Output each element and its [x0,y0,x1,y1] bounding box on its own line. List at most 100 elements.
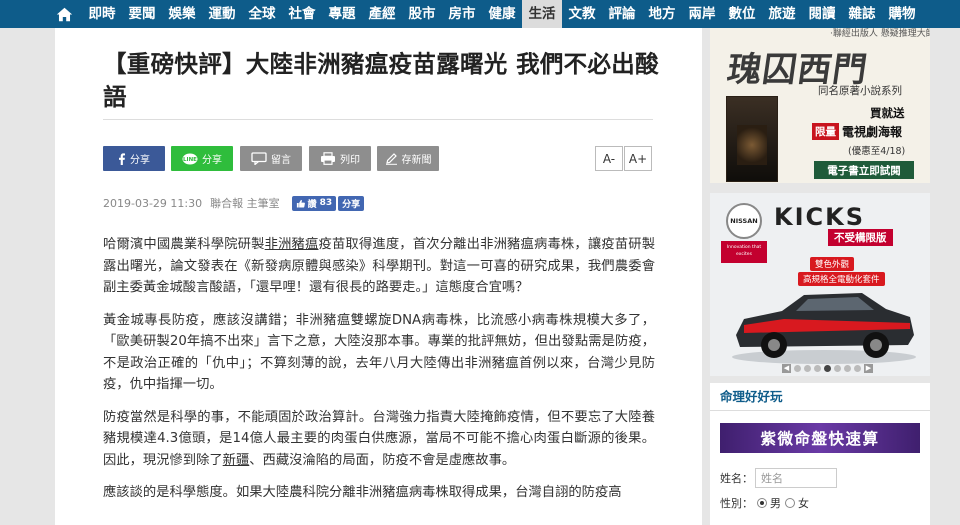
article-title: 【重磅快評】大陸非洲豬瘟疫苗露曙光 我們不必出酸語 [103,50,659,111]
line-icon: LINE [182,153,198,164]
comment-label: 留言 [271,155,291,166]
save-news-label: 存新聞 [401,155,432,166]
car-image [732,293,916,364]
nav-item-education[interactable]: 文教 [562,0,602,28]
nav-item-opinion[interactable]: 評論 [602,0,642,28]
line-share-button[interactable]: LINE 分享 [171,146,233,171]
name-row: 姓名： 姓名 [720,468,837,488]
carousel-prev-button[interactable]: ◀ [782,363,791,373]
book-ad-banner[interactable]: ‧聯經出版人 懸疑推理大師 亞洲 瑰囚西門 同名原著小說系列 買就送 限量 電視… [710,28,930,183]
font-size-increase-button[interactable]: A+ [624,146,652,171]
save-news-button[interactable]: 存新聞 [377,146,439,171]
nav-item-health[interactable]: 健康 [482,0,522,28]
nav-item-society[interactable]: 社會 [282,0,322,28]
carousel-dot[interactable] [794,364,801,372]
title-divider [103,119,653,120]
nissan-tagline: Innovation that excites [721,241,767,263]
font-size-decrease-button[interactable]: A- [595,146,623,171]
car-edition-tag: 不受構限版 [828,229,893,246]
ebook-trial-button[interactable]: 電子書立即試閱 [814,161,914,179]
facebook-share-button[interactable]: 分享 [103,146,165,171]
carousel-dot[interactable] [834,364,841,372]
tag-link-xinjiang[interactable]: 新疆 [223,453,250,468]
sidebar: ‧聯經出版人 懸疑推理大師 亞洲 瑰囚西門 同名原著小說系列 買就送 限量 電視… [710,28,930,525]
comment-icon [251,152,267,165]
carousel-dot[interactable] [854,364,861,372]
car-model-name: KICKS [774,203,866,231]
article-body: 哈爾濱中國農業科學院研製非洲豬瘟疫苗取得進度，首次分離出非洲豬瘟病毒株，讓疫苗研… [103,234,655,515]
ziwei-chart-banner[interactable]: 紫微命盤快速算 [720,423,920,453]
name-label: 姓名： [720,472,753,485]
nav-item-special[interactable]: 專題 [322,0,362,28]
facebook-icon [119,152,125,165]
nav-item-travel[interactable]: 旅遊 [762,0,802,28]
like-label: 讚 [307,199,317,210]
pencil-icon [385,153,397,165]
feature-tag-two-tone: 雙色外觀 [810,257,855,271]
nav-item-entertainment[interactable]: 娛樂 [162,0,202,28]
name-input[interactable]: 姓名 [755,468,837,488]
carousel-next-button[interactable]: ▶ [864,363,873,373]
nav-item-local[interactable]: 地方 [642,0,682,28]
svg-text:LINE: LINE [183,157,197,163]
facebook-share-small-button[interactable]: 分享 [338,195,365,211]
nav-item-economy[interactable]: 產經 [362,0,402,28]
gender-male-radio[interactable] [757,498,767,508]
article-paragraph: 應該談的是科學態度。如果大陸農科院分離非洲豬瘟病毒株取得成果，台灣自詡的防疫高 [103,485,622,500]
facebook-share-label: 分享 [130,155,150,166]
carousel-dot[interactable] [844,364,851,372]
nav-item-sports[interactable]: 運動 [202,0,242,28]
poster-text: 電視劇海報 [842,125,903,139]
ad-buy-text: 買就送 [870,106,905,120]
gender-female-radio[interactable] [785,498,795,508]
nav-item-instant[interactable]: 即時 [82,0,122,28]
book-cover-image [726,96,778,182]
ad-carousel-controls: ◀ ▶ [782,363,902,373]
carousel-dot[interactable] [814,364,821,372]
gender-male-label: 男 [770,497,781,510]
ad-top-text: ‧聯經出版人 懸疑推理大師 亞洲 [830,29,930,39]
tag-link-african-swine-fever[interactable]: 非洲豬瘟 [265,237,319,252]
article-date: 2019-03-29 11:30 [103,196,203,210]
nav-item-global[interactable]: 全球 [242,0,282,28]
nissan-logo: NISSAN [726,203,762,239]
gender-female-label: 女 [798,497,809,510]
ad-limit-line: 限量 電視劇海報 [812,123,902,140]
limited-tag: 限量 [812,123,839,140]
line-share-label: 分享 [202,155,222,166]
nav-item-reading[interactable]: 閱讀 [802,0,842,28]
top-navigation: 即時 要聞 娛樂 運動 全球 社會 專題 產經 股市 房市 健康 生活 文教 評… [0,0,960,28]
thumbs-up-icon [296,199,305,208]
like-count: 83 [319,198,333,208]
print-icon [321,152,335,165]
article-paragraph: 黃金城專長防疫，應該沒講錯；非洲豬瘟雙螺旋DNA病毒株，比流感小病毒株規模大多了… [103,312,655,393]
article-paragraph: 防疫當然是科學的事，不能頑固於政治算計。台灣強力指責大陸掩飾疫情，但不要忘了大陸… [103,409,655,468]
print-button[interactable]: 列印 [309,146,371,171]
car-ad-banner[interactable]: NISSAN Innovation that excites KICKS 不受構… [710,193,930,376]
nav-item-magazine[interactable]: 雜誌 [842,0,882,28]
carousel-dot[interactable] [804,364,811,372]
gender-label: 性別： [720,497,753,510]
ad-date-text: (優惠至4/18) [848,146,906,157]
nav-item-digital[interactable]: 數位 [722,0,762,28]
fortune-widget: 命理好好玩 紫微命盤快速算 姓名： 姓名 性別： 男 女 [710,383,930,525]
nav-item-cross-strait[interactable]: 兩岸 [682,0,722,28]
fortune-widget-title: 命理好好玩 [710,383,930,411]
nav-item-stocks[interactable]: 股市 [402,0,442,28]
carousel-dot-active[interactable] [824,364,831,372]
nav-item-shopping[interactable]: 購物 [882,0,922,28]
article-source: 聯合報 主筆室 [210,197,280,210]
article-meta: 2019-03-29 11:30 聯合報 主筆室 讚 83 分享 [103,195,365,211]
article-paragraph: 哈爾濱中國農業科學院研製非洲豬瘟疫苗取得進度，首次分離出非洲豬瘟病毒株，讓疫苗研… [103,237,656,295]
home-icon[interactable] [50,0,78,28]
ad-subtitle: 同名原著小說系列 [818,85,902,97]
feature-tag-electric-kit: 高規格全電動化套件 [798,272,885,286]
facebook-like-button[interactable]: 讚 83 [291,195,337,211]
article-panel: 【重磅快評】大陸非洲豬瘟疫苗露曙光 我們不必出酸語 分享 LINE 分享 留言 … [55,28,702,525]
print-label: 列印 [340,155,360,166]
gender-row: 性別： 男 女 [720,495,809,511]
nav-item-housing[interactable]: 房市 [442,0,482,28]
comment-button[interactable]: 留言 [240,146,302,171]
nav-item-life[interactable]: 生活 [522,0,562,28]
nav-item-headlines[interactable]: 要聞 [122,0,162,28]
